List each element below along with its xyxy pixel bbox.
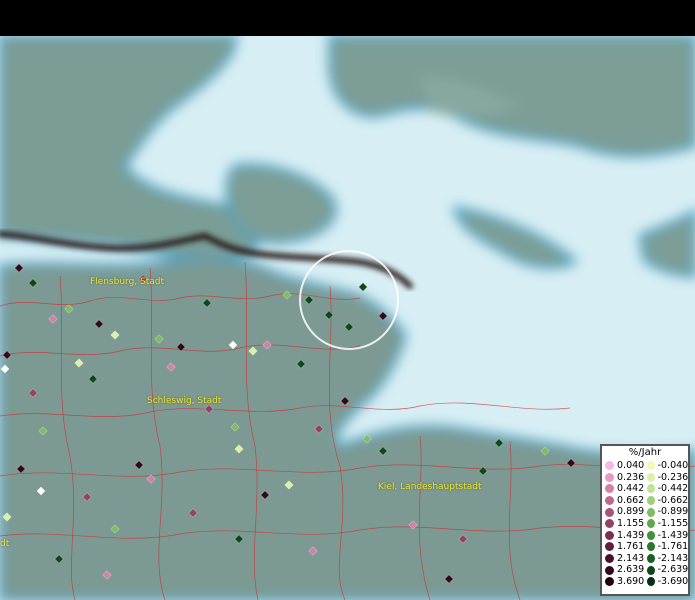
- legend-entry-negative: -1.761: [644, 541, 688, 553]
- legend-entry-negative: -0.662: [644, 495, 688, 507]
- legend-value: 0.662: [617, 494, 645, 506]
- legend-value: 0.040: [617, 460, 645, 471]
- legend-value: -2.143: [657, 552, 689, 564]
- legend-value: -3.690: [657, 575, 689, 587]
- legend-entry-positive: 0.236: [602, 472, 644, 484]
- legend-row: 0.236 -0.236: [602, 472, 688, 484]
- legend-entry-negative: -0.442: [644, 483, 688, 495]
- legend-value: 0.236: [617, 471, 645, 483]
- legend-value: 1.155: [617, 517, 645, 529]
- legend-swatch: [647, 565, 655, 575]
- legend-value: 1.761: [617, 541, 645, 553]
- legend-value: 0.899: [617, 506, 645, 518]
- legend-entry-positive: 0.442: [602, 483, 644, 495]
- legend-entry-negative: -1.155: [644, 518, 688, 530]
- legend-entry-negative: -0.236: [644, 472, 688, 484]
- legend-row: 3.690 -3.690: [602, 576, 688, 588]
- legend-entry-positive: 0.662: [602, 495, 644, 507]
- legend-value: -0.040: [657, 460, 689, 471]
- legend-entry-negative: -0.040: [644, 460, 688, 472]
- legend-swatch: [605, 530, 614, 540]
- legend-swatch: [605, 496, 614, 506]
- legend-entry-positive: 1.761: [602, 541, 644, 553]
- place-label-flensburg: Flensburg, Stadt: [90, 277, 164, 287]
- legend-swatch: [647, 530, 655, 540]
- legend-value: -2.639: [657, 564, 689, 576]
- legend-entry-positive: 3.690: [602, 576, 644, 588]
- legend-rows: 0.040 -0.040 0.236 -0.236 0.442 -0.442 0.662 -0…: [602, 460, 688, 588]
- legend-row: 0.899 -0.899: [602, 506, 688, 518]
- legend-swatch: [647, 519, 655, 529]
- map-canvas[interactable]: [0, 36, 695, 600]
- legend-row: 1.439 -1.439: [602, 530, 688, 542]
- legend-entry-positive: 1.439: [602, 530, 644, 542]
- legend: %/Jahr 0.040 -0.040 0.236 -0.236 0.442 -0.442…: [600, 444, 690, 596]
- legend-swatch: [605, 554, 614, 564]
- legend-entry-positive: 1.155: [602, 518, 644, 530]
- legend-row: 2.639 -2.639: [602, 564, 688, 576]
- legend-value: 1.439: [617, 529, 645, 541]
- place-label-cut-off: dt: [0, 539, 10, 549]
- legend-row: 1.761 -1.761: [602, 541, 688, 553]
- legend-swatch: [647, 484, 655, 494]
- place-label-schleswig: Schleswig, Stadt: [147, 396, 222, 406]
- legend-value: -0.899: [657, 506, 689, 518]
- legend-swatch: [605, 507, 614, 517]
- legend-swatch: [647, 472, 655, 482]
- legend-value: -0.662: [657, 494, 689, 506]
- legend-entry-positive: 2.143: [602, 553, 644, 565]
- legend-entry-negative: -3.690: [644, 576, 688, 588]
- legend-swatch: [647, 542, 655, 552]
- legend-swatch: [605, 461, 614, 471]
- legend-swatch: [605, 472, 614, 482]
- legend-entry-positive: 2.639: [602, 564, 644, 576]
- legend-row: 0.442 -0.442: [602, 483, 688, 495]
- legend-entry-negative: -0.899: [644, 506, 688, 518]
- legend-swatch: [647, 554, 655, 564]
- legend-swatch: [647, 461, 655, 471]
- top-bar: [0, 0, 695, 36]
- legend-swatch: [605, 577, 614, 587]
- legend-value: -1.439: [657, 529, 689, 541]
- legend-value: -0.236: [657, 471, 689, 483]
- legend-row: 1.155 -1.155: [602, 518, 688, 530]
- legend-value: 0.442: [617, 483, 645, 495]
- legend-value: -1.155: [657, 517, 689, 529]
- legend-row: 0.662 -0.662: [602, 495, 688, 507]
- legend-swatch: [647, 496, 655, 506]
- legend-row: 0.040 -0.040: [602, 460, 688, 472]
- map-view[interactable]: Flensburg, Stadt Schleswig, Stadt Kiel, …: [0, 36, 695, 600]
- legend-value: -1.761: [657, 541, 689, 553]
- legend-swatch: [605, 519, 614, 529]
- legend-title: %/Jahr: [628, 447, 662, 458]
- legend-swatch: [605, 484, 614, 494]
- place-label-kiel: Kiel, Landeshauptstadt: [378, 482, 482, 492]
- legend-entry-negative: -2.639: [644, 564, 688, 576]
- legend-entry-negative: -1.439: [644, 530, 688, 542]
- legend-entry-positive: 0.040: [602, 460, 644, 472]
- legend-value: 2.143: [617, 552, 645, 564]
- legend-entry-negative: -2.143: [644, 553, 688, 565]
- legend-value: 3.690: [617, 575, 645, 587]
- legend-row: 2.143 -2.143: [602, 553, 688, 565]
- legend-swatch: [605, 565, 614, 575]
- legend-value: 2.639: [617, 564, 645, 576]
- legend-entry-positive: 0.899: [602, 506, 644, 518]
- legend-swatch: [605, 542, 614, 552]
- legend-swatch: [647, 507, 655, 517]
- legend-swatch: [647, 577, 655, 587]
- legend-value: -0.442: [657, 483, 689, 495]
